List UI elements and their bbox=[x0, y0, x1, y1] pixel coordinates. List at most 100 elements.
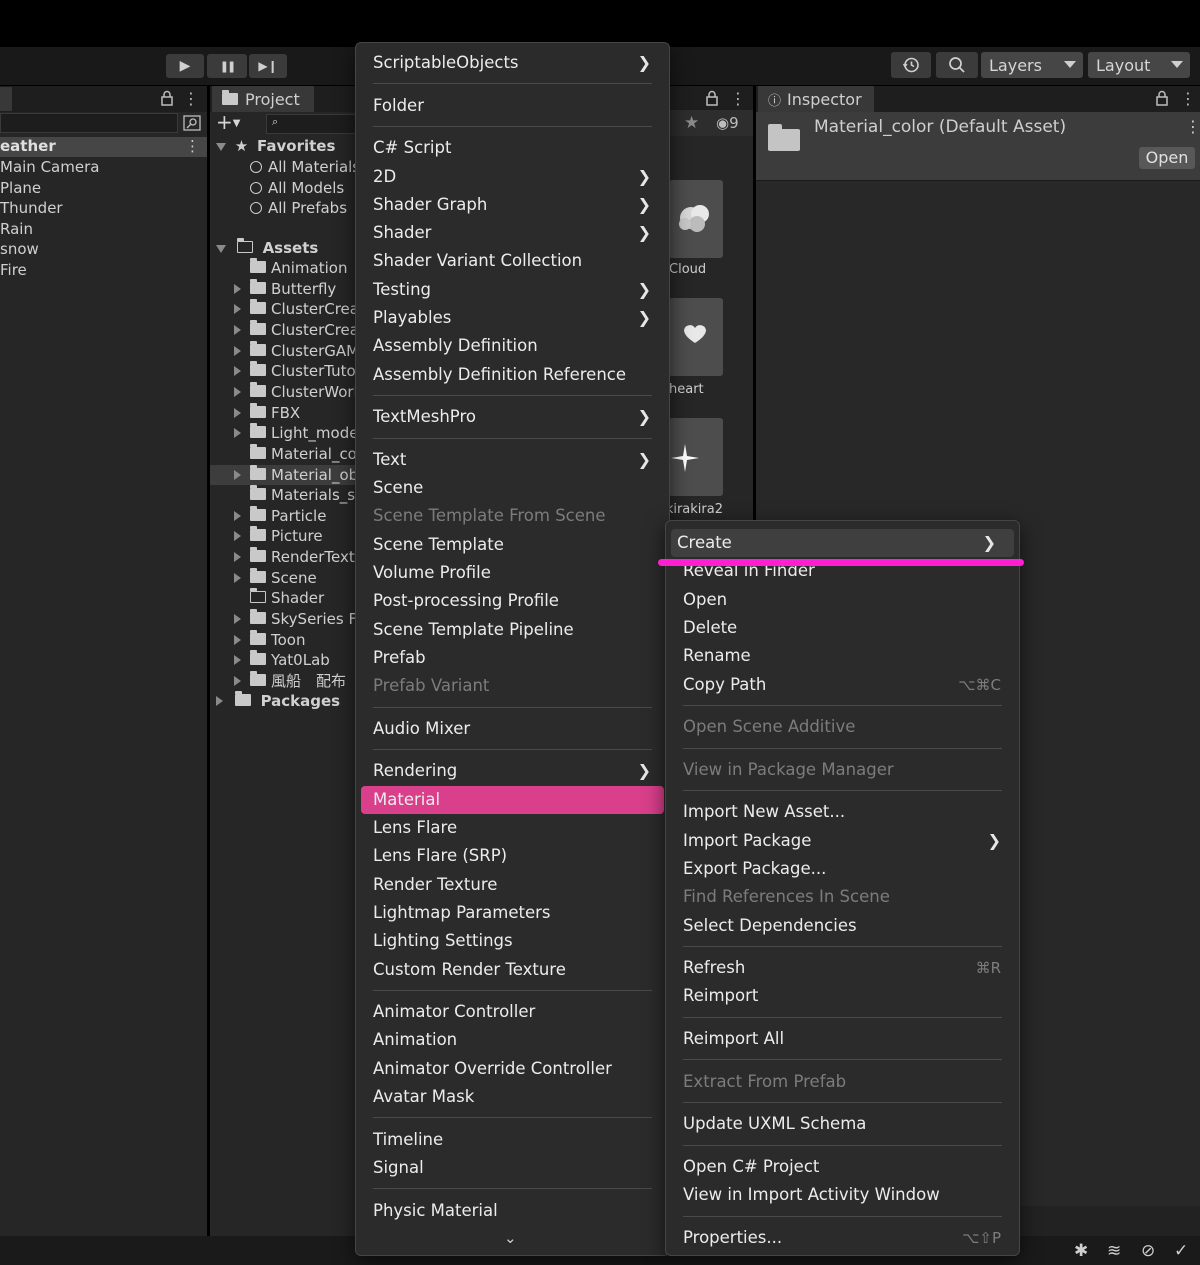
menu-item[interactable]: C# Script bbox=[356, 134, 669, 162]
menu-item[interactable]: Lens Flare (SRP) bbox=[356, 842, 669, 870]
project-search-input[interactable]: ⌕ bbox=[266, 114, 356, 134]
add-asset-button[interactable]: +▼ bbox=[216, 110, 240, 136]
lock-icon[interactable] bbox=[1155, 90, 1169, 106]
tab-inspector[interactable]: ⓘ Inspector bbox=[758, 86, 874, 112]
menu-item[interactable]: 2D ❯ bbox=[356, 163, 669, 191]
menu-item[interactable]: ScriptableObjects ❯ bbox=[356, 49, 669, 77]
step-button[interactable]: ▶❙ bbox=[249, 54, 287, 78]
asset-folder-item[interactable]: RenderTexture bbox=[234, 547, 356, 567]
hierarchy-search-input[interactable] bbox=[0, 113, 178, 133]
menu-item[interactable]: Custom Render Texture bbox=[356, 956, 669, 984]
menu-item[interactable]: Import New Asset... bbox=[666, 798, 1019, 826]
asset-folder-item[interactable]: 風船 配布 bbox=[234, 671, 356, 691]
search-filter-icon[interactable] bbox=[183, 115, 201, 131]
menu-item[interactable]: Rename bbox=[666, 642, 1019, 670]
menu-item[interactable]: Timeline bbox=[356, 1126, 669, 1154]
lock-icon[interactable] bbox=[160, 90, 174, 106]
asset-folder-item[interactable]: FBX bbox=[234, 402, 356, 423]
menu-item[interactable]: Lighting Settings bbox=[356, 927, 669, 955]
favorite-item[interactable]: All Models bbox=[250, 178, 356, 198]
menu-item[interactable]: Volume Profile bbox=[356, 559, 669, 587]
bug-icon[interactable]: ✱ bbox=[1074, 1241, 1088, 1261]
asset-folder-item[interactable]: ClusterTutorial bbox=[234, 361, 356, 381]
hierarchy-item[interactable]: Thunder bbox=[0, 198, 63, 218]
menu-item[interactable]: Text ❯ bbox=[356, 446, 669, 474]
tab-project[interactable]: Project bbox=[212, 86, 314, 112]
menu-item[interactable]: Shader Graph ❯ bbox=[356, 191, 669, 219]
pause-button[interactable]: ❚❚ bbox=[207, 54, 247, 78]
menu-item[interactable]: Animator Controller bbox=[356, 998, 669, 1026]
menu-item[interactable]: Select Dependencies bbox=[666, 912, 1019, 940]
menu-item[interactable]: TextMeshPro ❯ bbox=[356, 403, 669, 431]
menu-item[interactable]: Avatar Mask bbox=[356, 1083, 669, 1111]
menu-item[interactable]: Create ❯ bbox=[671, 529, 1014, 557]
more-icon[interactable]: ⋮ bbox=[185, 137, 200, 155]
open-button[interactable]: Open bbox=[1139, 147, 1195, 169]
play-button[interactable]: ▶ bbox=[166, 54, 204, 78]
menu-item[interactable]: Update UXML Schema bbox=[666, 1110, 1019, 1138]
menu-item[interactable]: Lightmap Parameters bbox=[356, 899, 669, 927]
menu-item[interactable]: Properties... ⌥⇧P bbox=[666, 1224, 1019, 1252]
asset-folder-item[interactable]: ClusterWorld bbox=[234, 381, 356, 402]
menu-item[interactable]: Prefab bbox=[356, 644, 669, 672]
menu-item[interactable]: Animator Override Controller bbox=[356, 1055, 669, 1083]
favorite-item[interactable]: All Prefabs bbox=[250, 198, 356, 218]
hierarchy-item[interactable]: Main Camera bbox=[0, 157, 99, 177]
thumbnail-kirakira2[interactable] bbox=[669, 418, 723, 496]
chevron-down-icon[interactable]: ⌄ bbox=[504, 1229, 517, 1247]
favorite-item[interactable]: All Materials bbox=[250, 157, 356, 177]
assets-row[interactable]: Assets bbox=[216, 238, 318, 258]
thumbnail-cloud[interactable] bbox=[669, 180, 723, 258]
menu-item[interactable]: Reimport bbox=[666, 982, 1019, 1010]
layout-dropdown[interactable]: Layout bbox=[1088, 52, 1190, 78]
favorites-row[interactable]: ★ Favorites bbox=[216, 136, 335, 156]
more-icon[interactable]: ⋮ bbox=[183, 89, 199, 108]
hierarchy-item[interactable]: snow bbox=[0, 239, 39, 259]
check-icon[interactable]: ✓ bbox=[1174, 1241, 1188, 1261]
asset-folder-item[interactable]: Toon bbox=[234, 629, 356, 650]
hierarchy-item[interactable]: Plane bbox=[0, 178, 41, 198]
menu-item[interactable]: Delete bbox=[666, 614, 1019, 642]
asset-folder-item[interactable]: ClusterGAME bbox=[234, 340, 356, 361]
asset-folder-item[interactable]: Material_color bbox=[234, 443, 356, 464]
menu-item[interactable]: Audio Mixer bbox=[356, 715, 669, 743]
hierarchy-tab[interactable] bbox=[0, 87, 12, 111]
debug-icon[interactable]: ⊘ bbox=[1141, 1241, 1155, 1261]
menu-item[interactable]: Folder bbox=[356, 92, 669, 120]
menu-item[interactable]: Assembly Definition Reference bbox=[356, 361, 669, 389]
menu-item[interactable]: Open bbox=[666, 586, 1019, 614]
packages-row[interactable]: Packages bbox=[216, 691, 340, 711]
menu-item[interactable]: Open C# Project bbox=[666, 1153, 1019, 1181]
lock-icon[interactable] bbox=[705, 90, 719, 106]
asset-folder-item[interactable]: Picture bbox=[234, 526, 356, 546]
asset-folder-item[interactable]: Butterfly bbox=[234, 278, 356, 299]
hidden-packages-button[interactable]: ◉9 bbox=[716, 114, 739, 132]
more-icon[interactable]: ⋮ bbox=[1185, 117, 1200, 136]
menu-item[interactable]: Scene bbox=[356, 474, 669, 502]
thumbnail-heart[interactable] bbox=[669, 298, 723, 376]
menu-item[interactable]: Import Package ❯ bbox=[666, 827, 1019, 855]
menu-item[interactable]: Shader ❯ bbox=[356, 219, 669, 247]
menu-item[interactable]: Copy Path ⌥⌘C bbox=[666, 671, 1019, 699]
menu-item[interactable]: Reimport All bbox=[666, 1025, 1019, 1053]
menu-item[interactable]: Refresh ⌘R bbox=[666, 954, 1019, 982]
asset-folder-item[interactable]: Particle bbox=[234, 505, 356, 526]
asset-folder-item[interactable]: Animation bbox=[234, 258, 356, 278]
history-button[interactable] bbox=[891, 52, 931, 78]
asset-folder-item[interactable]: SkySeries Free bbox=[234, 609, 356, 629]
menu-item[interactable]: Playables ❯ bbox=[356, 304, 669, 332]
menu-item[interactable]: Assembly Definition bbox=[356, 332, 669, 360]
more-icon[interactable]: ⋮ bbox=[730, 89, 746, 108]
menu-item[interactable]: View in Import Activity Window bbox=[666, 1181, 1019, 1209]
asset-folder-item[interactable]: Yat0Lab bbox=[234, 650, 356, 670]
favorite-star-icon[interactable]: ★ bbox=[684, 113, 699, 133]
asset-folder-item[interactable]: Materials_s bbox=[234, 485, 356, 505]
search-button[interactable] bbox=[936, 52, 978, 78]
more-icon[interactable]: ⋮ bbox=[1180, 89, 1196, 108]
menu-item[interactable]: Scene Template bbox=[356, 531, 669, 559]
menu-item[interactable]: Post-processing Profile bbox=[356, 587, 669, 615]
menu-item[interactable]: Animation bbox=[356, 1026, 669, 1054]
menu-item[interactable]: Scene Template Pipeline bbox=[356, 616, 669, 644]
hierarchy-item[interactable]: Fire bbox=[0, 260, 27, 280]
asset-folder-item[interactable]: Light_models bbox=[234, 423, 356, 443]
